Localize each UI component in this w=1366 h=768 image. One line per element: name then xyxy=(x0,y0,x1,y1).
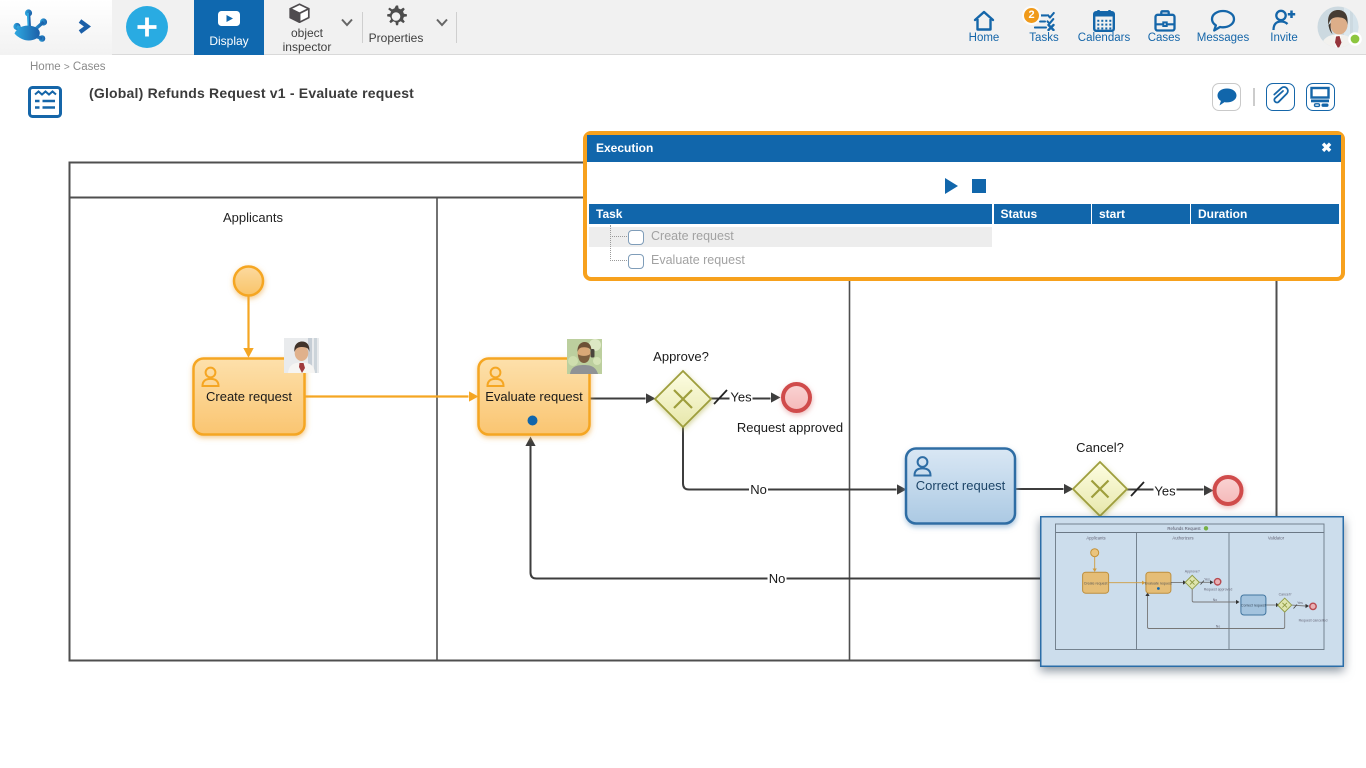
svg-text:Create request: Create request xyxy=(206,389,292,404)
svg-text:Evaluate request: Evaluate request xyxy=(1145,582,1172,586)
svg-text:Authorizers: Authorizers xyxy=(1172,536,1193,541)
svg-text:Yes: Yes xyxy=(1204,578,1210,582)
svg-text:No: No xyxy=(750,482,767,497)
svg-text:Cancel?: Cancel? xyxy=(1279,593,1292,597)
svg-text:Approve?: Approve? xyxy=(1185,570,1200,574)
svg-text:Request approved: Request approved xyxy=(1204,588,1233,592)
svg-text:Applicants: Applicants xyxy=(223,210,283,225)
svg-text:Correct request: Correct request xyxy=(916,478,1006,493)
svg-text:Correct request: Correct request xyxy=(1241,604,1266,608)
svg-text:No: No xyxy=(1213,598,1218,602)
svg-text:No: No xyxy=(769,571,786,586)
svg-text:Approve?: Approve? xyxy=(653,349,709,364)
svg-text:Applicants: Applicants xyxy=(1086,536,1105,541)
svg-text:Request cancelled: Request cancelled xyxy=(1299,619,1328,623)
svg-text:Request approved: Request approved xyxy=(737,420,843,435)
svg-text:Yes: Yes xyxy=(1297,601,1303,605)
svg-text:Evaluate request: Evaluate request xyxy=(485,389,583,404)
svg-text:Create request: Create request xyxy=(1084,582,1108,586)
svg-text:No: No xyxy=(1216,624,1221,628)
svg-text:Yes: Yes xyxy=(1154,484,1176,499)
svg-text:Cancel?: Cancel? xyxy=(1076,440,1124,455)
svg-text:Refunds Request: Refunds Request xyxy=(1167,526,1201,531)
svg-text:Yes: Yes xyxy=(730,390,752,405)
svg-text:Validator: Validator xyxy=(1268,536,1285,541)
